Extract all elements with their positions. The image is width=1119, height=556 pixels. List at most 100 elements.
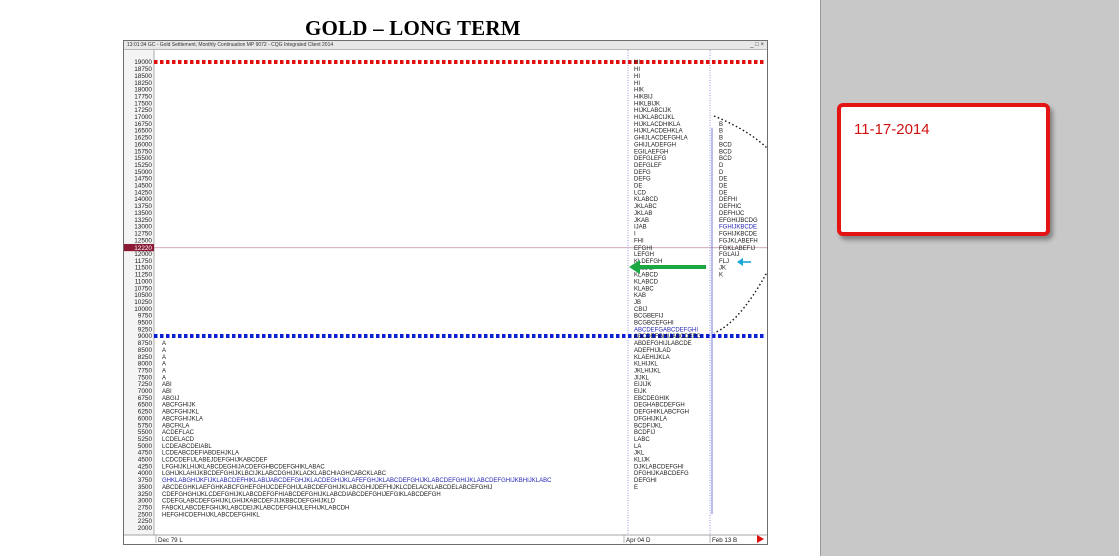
callout-date: 11-17-2014 — [854, 121, 930, 138]
profile-row: DE — [719, 190, 727, 196]
profile-row: CDEFGHGHIJKLCDEFGHIJKLABCDEFGFHIABCDEFGH… — [162, 492, 441, 498]
profile-column: HIHIHIHIHIKHIKBIJHIKLBIJKHIJKLABCIJKHIJK… — [634, 60, 701, 491]
profile-row: DEFGLEFG — [634, 156, 667, 162]
price-tick-label: 2000 — [138, 525, 153, 532]
profile-row: BCD — [719, 142, 732, 148]
profile-row: ABI — [162, 382, 172, 388]
profile-row: HI — [634, 60, 640, 66]
profile-row: LCDEABCDEFIABDEHJKLA — [162, 451, 239, 457]
profile-row: BCGBCEFGHI — [634, 321, 674, 327]
profile-row: DEGHABCDEFGH — [634, 403, 685, 409]
profile-row: HIK — [634, 88, 644, 94]
profile-column: AAAAAAABIABIABGIJABCFGHIJKABCFGHIJKLABCF… — [162, 341, 552, 518]
profile-row: LCDELACD — [162, 437, 195, 443]
profile-row: ABCDEFGABCDEFGHI — [634, 327, 698, 333]
profile-row: LEFGH — [634, 252, 654, 258]
profile-row: HIJKLACDHIKLA — [634, 122, 680, 128]
profile-row: FGJKLABEFH — [719, 238, 758, 244]
profile-row: IJAB — [634, 225, 647, 231]
profile-row: ABGIJ — [162, 396, 179, 402]
profile-row: HIJKLABCIJKL — [634, 115, 675, 121]
profile-row: BCDFIJKL — [634, 423, 663, 429]
profile-row: GHIJLACDEFGHLA — [634, 136, 688, 142]
profile-row: LCDEABCDEIABL — [162, 444, 212, 450]
profile-row: KLABCD — [634, 197, 659, 203]
profile-row: KLAEHIJKLA — [634, 355, 670, 361]
profile-row: JB — [634, 300, 641, 306]
profile-row: DEFHIJC — [719, 211, 745, 217]
profile-row: ABCDEGHKLAEFGHKABCFGHEFGHIJCDEFGHIJLABCD… — [162, 485, 492, 491]
document-page: GOLD – LONG TERM 13:01:34 GC - Gold Sett… — [0, 0, 820, 556]
date-callout-box: 11-17-2014 — [837, 103, 1050, 236]
profile-row: KAB — [634, 293, 646, 299]
profile-row: DEFG — [634, 170, 651, 176]
profile-row: FGHIJKBCDE — [719, 231, 757, 237]
profile-row: DEFGHIKLABCFGH — [634, 410, 689, 416]
profile-row: HI — [634, 67, 640, 73]
x-axis-label: Feb 13 B — [712, 537, 737, 544]
profile-row: B — [719, 136, 723, 142]
profile-row: FABCKLABCDEFGHIJKLABCDEIJKLABCDEFGHIJLEF… — [162, 505, 349, 511]
profile-row: KLABC — [634, 286, 654, 292]
profile-row: DFGHIJKLA — [634, 416, 667, 422]
profile-row: GHKLABGHIJKFIJKLABCDEFHIKLABIJABCDEFGHJK… — [162, 478, 552, 484]
reference-lines — [154, 60, 765, 338]
profile-row: LFGHIJKLHIJKLABCDEGHIJACDEFGHBCDEFGHIKLA… — [162, 464, 325, 470]
profile-row: A — [162, 341, 166, 347]
profile-row: DEFG — [634, 177, 651, 183]
x-axis-labels: Dec 79 L Apr 04 D Feb 13 B — [155, 535, 737, 544]
profile-row: DE — [634, 184, 642, 190]
profile-row: DE — [719, 184, 727, 190]
profile-row: DEFHIC — [719, 204, 742, 210]
profile-row: HI — [634, 74, 640, 80]
profile-row: JKLHIJKL — [634, 368, 661, 374]
profile-row: DEFGHI — [634, 478, 657, 484]
profile-row: BCGBEFIJ — [634, 314, 663, 320]
red-scroll-arrow-icon[interactable] — [757, 535, 764, 543]
profile-row: BCD — [719, 149, 732, 155]
profile-row: KLIJK — [634, 458, 650, 464]
chart-window: 13:01:34 GC - Gold Settlement, Monthly C… — [123, 40, 768, 545]
market-profile-chart: 1900018750185001825018000177501750017250… — [124, 50, 767, 544]
profile-row: GHIJLADEFGH — [634, 142, 676, 148]
profile-row: ABCDEFGHIJABCDEFG — [634, 334, 701, 340]
profile-row: JKLAB — [634, 211, 652, 217]
profile-row: HIJKLACDEHKLA — [634, 129, 683, 135]
profiles: AAAAAAABIABIABGIJABCFGHIJKABCFGHIJKLABCF… — [162, 50, 758, 535]
profile-row: ACDEFLAC — [162, 430, 195, 436]
profile-row: ABCFGHIJKL — [162, 410, 200, 416]
profile-row: FGLAIJ — [719, 252, 739, 258]
profile-row: BCDFIJ — [634, 430, 655, 436]
profile-row: JK — [719, 266, 726, 272]
page-title: GOLD – LONG TERM — [305, 16, 521, 40]
profile-row: DFGHIJKABCDEFG — [634, 471, 689, 477]
page-edge — [820, 0, 821, 556]
profile-row: FLJ — [719, 259, 729, 265]
profile-row: E — [634, 485, 638, 491]
profile-row: BCD — [719, 156, 732, 162]
profile-row: HIKLBIJK — [634, 101, 660, 107]
profile-row: LGHIJKLAHIJKBCDEFGHIJKLBCIJKLABCDGHIJKLA… — [162, 471, 387, 477]
profile-row: DE — [719, 177, 727, 183]
profile-row: A — [162, 348, 166, 354]
profile-row: JKLABC — [634, 204, 657, 210]
profile-row: KLABCD — [634, 279, 659, 285]
profile-row: K — [719, 273, 723, 279]
profile-row: DEFHI — [719, 197, 737, 203]
profile-row: DEFGLEF — [634, 163, 662, 169]
profile-row: LABC — [634, 437, 650, 443]
profile-row: KLHIJKL — [634, 362, 658, 368]
profile-row: EFGHIJBCDG — [719, 218, 758, 224]
price-tick-label: 12500 — [134, 237, 152, 244]
profile-row: I — [634, 231, 636, 237]
profile-row: KLABCD — [634, 273, 659, 279]
profile-row: HEFGHICDEFHIJKLABCDEFGHIKL — [162, 512, 260, 518]
profile-row: LA — [634, 444, 641, 450]
profile-row: LCDCDEFIJLABEJDEFGHIJKABCDEF — [162, 458, 268, 464]
profile-row: ABI — [162, 389, 172, 395]
profile-row: EBCDEGHIK — [634, 396, 669, 402]
profile-row: A — [162, 362, 166, 368]
profile-row: ABDEFGHIJLABCDE — [634, 341, 692, 347]
profile-row: D — [719, 163, 724, 169]
profile-row: ADEFHIJLAD — [634, 348, 671, 354]
